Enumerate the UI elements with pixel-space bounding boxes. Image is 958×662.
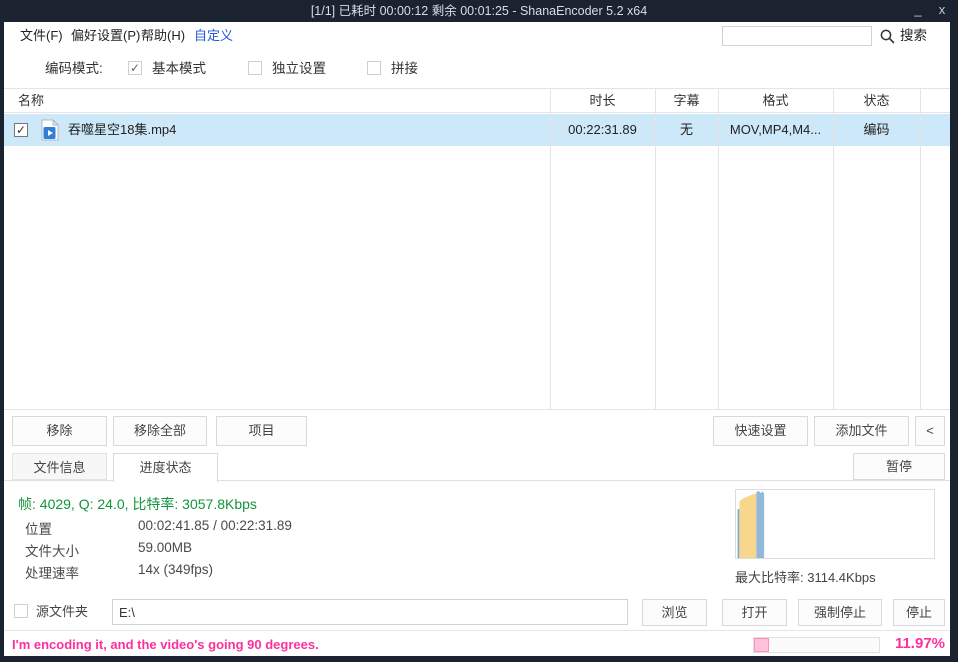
col-header-duration[interactable]: 时长	[550, 89, 655, 113]
encode-progress-fill	[754, 638, 769, 652]
position-label: 位置	[25, 518, 52, 538]
menu-help[interactable]: 帮助(H)	[137, 22, 189, 50]
mode-option-concat[interactable]: 拼接	[367, 50, 418, 88]
concat-checkbox[interactable]	[367, 61, 381, 75]
collapse-button[interactable]: <	[915, 416, 945, 446]
minimize-button[interactable]: _	[906, 0, 930, 22]
table-row[interactable]: ✓ 吞噬星空18集.mp4 00:22:31.89 无 MOV,MP4,M4..…	[4, 114, 950, 146]
max-bitrate-label: 最大比特率: 3114.4Kbps	[735, 567, 876, 586]
bitrate-chart-svg	[736, 490, 934, 558]
basic-mode-label: 基本模式	[152, 61, 206, 76]
menubar: 文件(F) 偏好设置(P) 帮助(H) 自定义 搜索	[4, 22, 950, 50]
project-button[interactable]: 项目	[216, 416, 307, 446]
file-queue-table: 名称 时长 字幕 格式 状态 ✓ 吞噬星空18集.mp4 00:22:31.89…	[4, 88, 950, 410]
open-button[interactable]: 打开	[722, 599, 787, 626]
independent-settings-label: 独立设置	[272, 61, 326, 76]
source-folder-label: 源文件夹	[36, 598, 88, 626]
independent-settings-checkbox[interactable]	[248, 61, 262, 75]
remove-button[interactable]: 移除	[12, 416, 107, 446]
video-file-icon	[40, 119, 60, 141]
col-header-status[interactable]: 状态	[833, 89, 920, 113]
force-stop-button[interactable]: 强制停止	[798, 599, 882, 626]
encode-percent: 11.97%	[884, 632, 945, 656]
encode-stats-line: 帧: 4029, Q: 24.0, 比特率: 3057.8Kbps	[18, 494, 257, 514]
search-input[interactable]	[722, 26, 872, 46]
titlebar[interactable]: [1/1] 已耗时 00:00:12 剩余 00:01:25 - ShanaEn…	[0, 0, 958, 22]
file-status: 编码	[833, 114, 920, 146]
pause-button[interactable]: 暂停	[853, 453, 945, 480]
col-header-format[interactable]: 格式	[718, 89, 833, 113]
menu-preferences[interactable]: 偏好设置(P)	[67, 22, 144, 50]
concat-label: 拼接	[391, 61, 418, 76]
app-window: [1/1] 已耗时 00:00:12 剩余 00:01:25 - ShanaEn…	[0, 0, 958, 662]
browse-button[interactable]: 浏览	[642, 599, 707, 626]
search-button[interactable]: 搜索	[900, 22, 927, 50]
tab-progress-status[interactable]: 进度状态	[113, 453, 218, 482]
speed-value: 14x (349fps)	[138, 562, 213, 577]
quick-settings-button[interactable]: 快速设置	[713, 416, 808, 446]
column-divider	[833, 89, 834, 409]
add-files-button[interactable]: 添加文件	[814, 416, 909, 446]
column-divider	[655, 89, 656, 409]
mode-option-independent[interactable]: 独立设置	[248, 50, 326, 88]
status-message: I'm encoding it, and the video's going 9…	[12, 634, 319, 656]
file-subtitles: 无	[655, 114, 718, 146]
basic-mode-checkbox[interactable]: ✓	[128, 61, 142, 75]
file-size-label: 文件大小	[25, 540, 79, 560]
file-name: 吞噬星空18集.mp4	[68, 114, 176, 146]
remove-all-button[interactable]: 移除全部	[113, 416, 207, 446]
col-header-subtitles[interactable]: 字幕	[655, 89, 718, 113]
file-format: MOV,MP4,M4...	[718, 114, 833, 146]
bitrate-chart	[735, 489, 935, 559]
mode-option-basic[interactable]: ✓ 基本模式	[128, 50, 206, 88]
table-header: 名称 时长 字幕 格式 状态	[4, 89, 950, 113]
menu-customize[interactable]: 自定义	[190, 22, 237, 50]
speed-label: 处理速率	[25, 562, 79, 582]
statusbar-divider	[4, 630, 950, 631]
position-value: 00:02:41.85 / 00:22:31.89	[138, 518, 292, 533]
window-title: [1/1] 已耗时 00:00:12 剩余 00:01:25 - ShanaEn…	[0, 0, 958, 22]
source-path-input[interactable]	[112, 599, 628, 625]
encoding-mode-label: 编码模式:	[45, 50, 103, 88]
column-divider	[718, 89, 719, 409]
encode-progress-bar	[753, 637, 880, 653]
window-content: 文件(F) 偏好设置(P) 帮助(H) 自定义 搜索 编码模式: ✓ 基本模式 独…	[4, 22, 950, 656]
row-checkbox[interactable]: ✓	[14, 123, 28, 137]
column-divider	[550, 89, 551, 409]
encoding-mode-bar: 编码模式: ✓ 基本模式 独立设置 拼接	[4, 50, 950, 88]
col-header-name[interactable]: 名称	[18, 89, 44, 113]
stop-button[interactable]: 停止	[893, 599, 945, 626]
file-duration: 00:22:31.89	[550, 114, 655, 146]
source-folder-checkbox[interactable]	[14, 604, 28, 618]
file-size-value: 59.00MB	[138, 540, 192, 555]
tab-file-info[interactable]: 文件信息	[12, 453, 107, 480]
column-divider	[920, 89, 921, 409]
close-button[interactable]: x	[930, 0, 954, 22]
search-icon[interactable]	[880, 29, 895, 44]
menu-file[interactable]: 文件(F)	[16, 22, 67, 50]
